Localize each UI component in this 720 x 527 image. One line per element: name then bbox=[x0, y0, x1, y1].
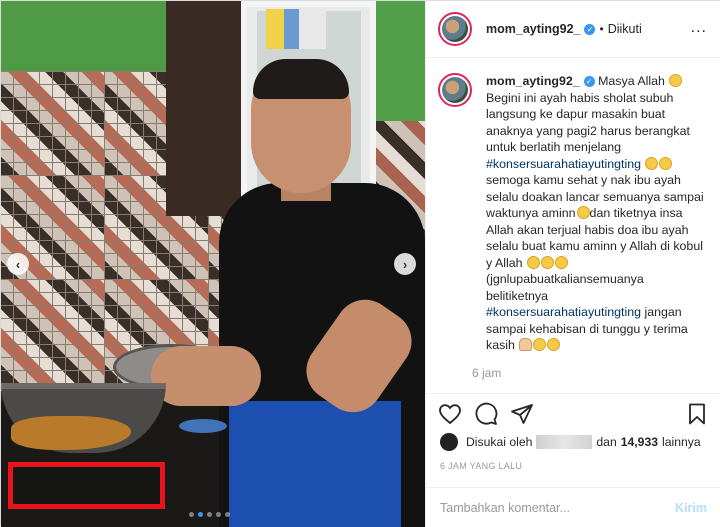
smile-emoji-icon bbox=[669, 74, 683, 87]
person-hair bbox=[253, 59, 349, 99]
smile-emoji-icon bbox=[526, 255, 540, 269]
verified-icon: ✓ bbox=[583, 76, 595, 87]
carousel-dot[interactable] bbox=[216, 512, 221, 517]
pray-emoji-icon bbox=[519, 338, 533, 351]
person-hands bbox=[151, 346, 261, 406]
post-timestamp[interactable]: 6 JAM YANG LALU bbox=[440, 461, 522, 471]
more-icon[interactable]: ... bbox=[691, 19, 707, 37]
hug-emoji-icon bbox=[533, 338, 547, 351]
chevron-right-icon[interactable]: › bbox=[394, 253, 416, 275]
share-icon[interactable] bbox=[510, 402, 534, 426]
person-apron bbox=[229, 401, 401, 527]
hashtag-link[interactable]: #konsersuarahatiayutingting bbox=[486, 305, 641, 319]
bookmark-icon[interactable] bbox=[685, 402, 709, 426]
avatar[interactable] bbox=[438, 12, 472, 46]
carousel-dot[interactable] bbox=[225, 512, 230, 517]
comment-input[interactable] bbox=[440, 500, 676, 515]
comment-box: Kirim bbox=[426, 487, 720, 527]
hug-emoji-icon bbox=[659, 156, 673, 170]
caption-text: mom_ayting92_ ✓ Masya Allah Begini ini ay… bbox=[486, 73, 707, 354]
carousel-dot[interactable] bbox=[207, 512, 212, 517]
header-username[interactable]: mom_ayting92_ bbox=[486, 22, 580, 36]
liker-avatar[interactable] bbox=[440, 433, 458, 451]
wall-background-right bbox=[373, 1, 425, 131]
likes-and: dan bbox=[596, 435, 617, 449]
post-header: mom_ayting92_ ✓ • Diikuti ... bbox=[426, 1, 720, 58]
post-sidebar: mom_ayting92_ ✓ • Diikuti ... mom_ayting… bbox=[425, 1, 720, 527]
verified-icon: ✓ bbox=[584, 23, 596, 35]
caption-time[interactable]: 6 jam bbox=[472, 366, 707, 380]
carousel-dot[interactable] bbox=[189, 512, 194, 517]
comment-icon[interactable] bbox=[474, 402, 498, 426]
smile-emoji-icon bbox=[576, 206, 590, 219]
following-button[interactable]: Diikuti bbox=[608, 22, 642, 36]
post-comment-button[interactable]: Kirim bbox=[675, 501, 707, 515]
likes-suffix[interactable]: lainnya bbox=[662, 435, 701, 449]
separator-dot: • bbox=[599, 22, 604, 36]
likes-prefix: Disukai oleh bbox=[466, 435, 533, 449]
red-highlight-box bbox=[8, 462, 165, 509]
blurred-username[interactable] bbox=[536, 435, 593, 449]
heart-icon[interactable] bbox=[438, 402, 462, 426]
carousel-dots bbox=[189, 512, 230, 517]
caption-line: (jgnlupabuatkaliansemuanya belitiketnya bbox=[486, 272, 644, 303]
hashtag-link[interactable]: #konsersuarahatiayutingting bbox=[486, 157, 641, 171]
carousel-dot-active[interactable] bbox=[198, 512, 203, 517]
caption-line: Begini ini ayah habis sholat subuh langs… bbox=[486, 90, 690, 155]
caption-avatar[interactable] bbox=[438, 73, 472, 107]
caption-section: mom_ayting92_ ✓ Masya Allah Begini ini ay… bbox=[426, 59, 720, 393]
burner-flame bbox=[179, 419, 227, 433]
likes-count[interactable]: 14,933 bbox=[621, 435, 658, 449]
smile-emoji-icon bbox=[554, 255, 568, 269]
hug-emoji-icon bbox=[645, 156, 659, 170]
chevron-left-icon[interactable]: ‹ bbox=[7, 253, 29, 275]
caption-line: Masya Allah bbox=[594, 74, 669, 88]
likes-row: Disukai oleh dan 14,933 lainnya bbox=[440, 433, 701, 451]
caption-username[interactable]: mom_ayting92_ bbox=[486, 74, 580, 88]
post-photo[interactable]: ‹ › bbox=[1, 1, 425, 527]
smile-emoji-icon bbox=[547, 338, 561, 351]
smile-emoji-icon bbox=[540, 255, 554, 269]
instagram-post-modal: ‹ › mom_ayting92_ ✓ • Diikuti ... mom_ay… bbox=[0, 0, 720, 527]
action-bar bbox=[426, 393, 720, 433]
shelf-items bbox=[266, 9, 326, 49]
